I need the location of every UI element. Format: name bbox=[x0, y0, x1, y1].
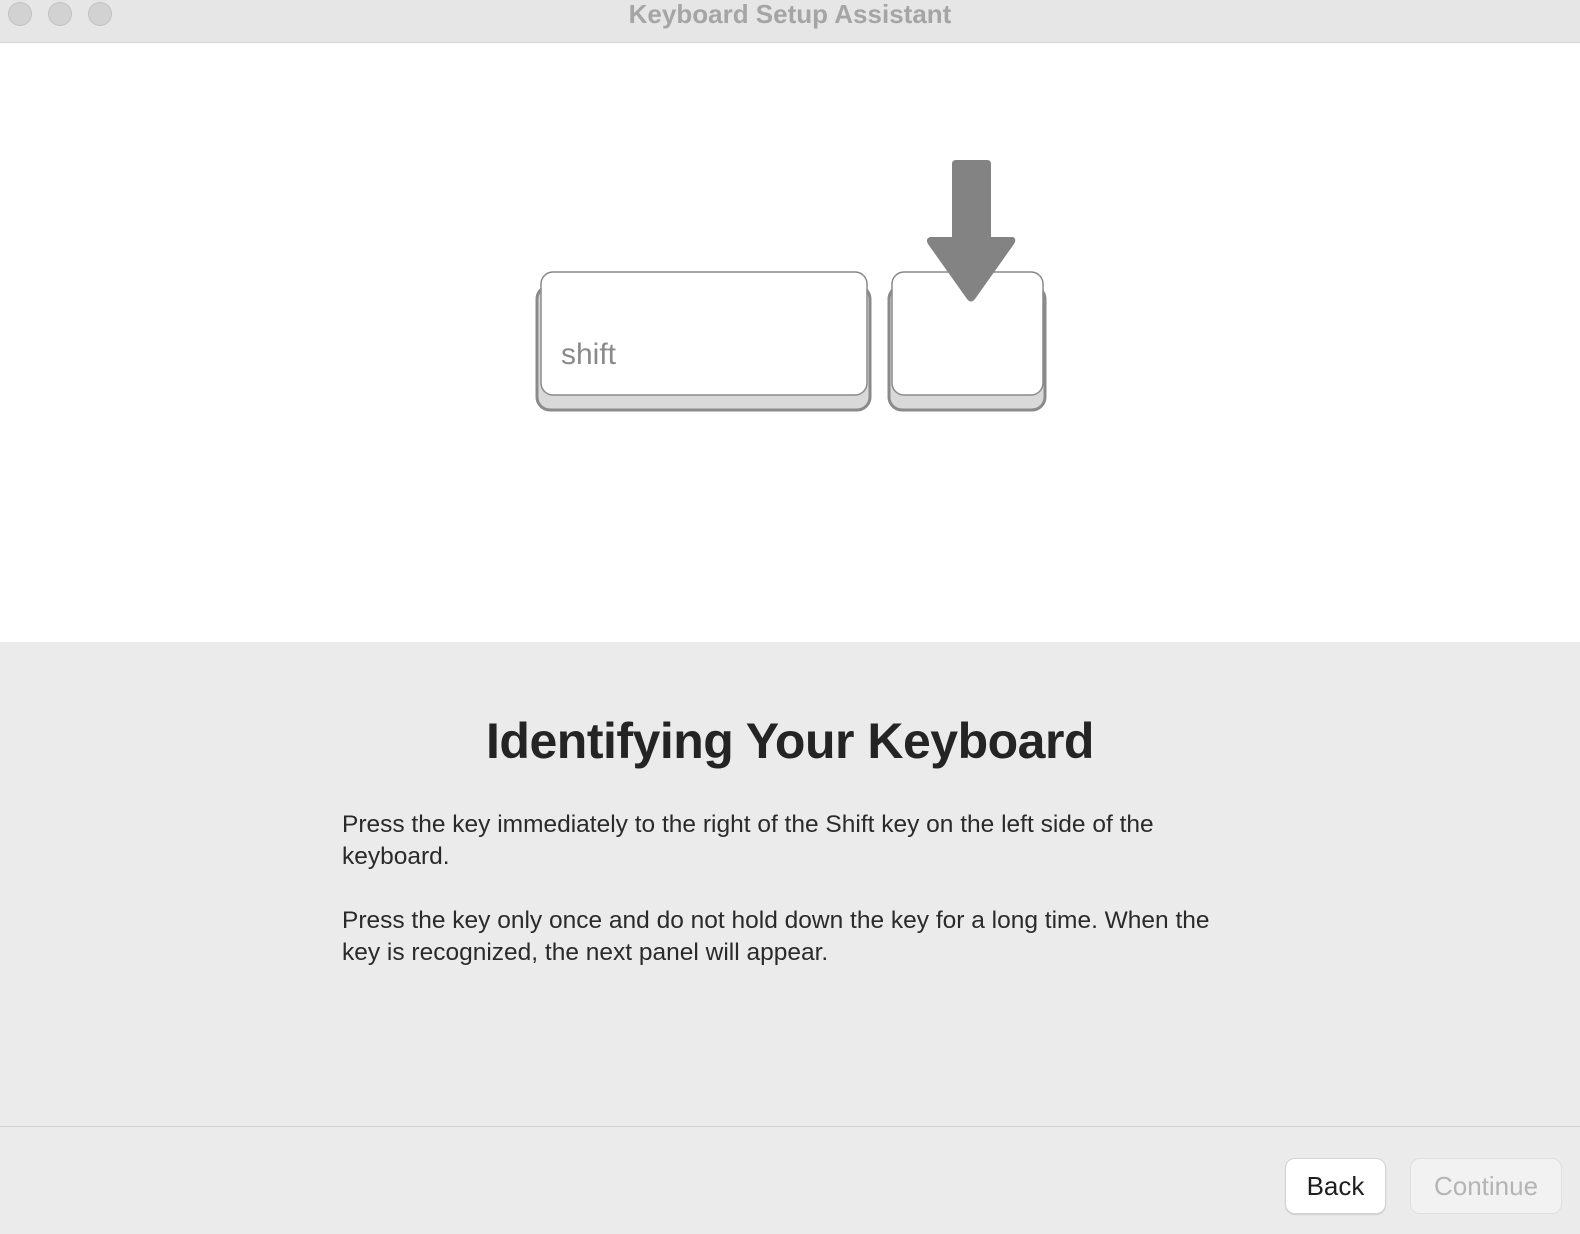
window-title: Keyboard Setup Assistant bbox=[628, 0, 952, 29]
instruction-paragraph: Press the key immediately to the right o… bbox=[342, 811, 1154, 870]
footer-divider bbox=[0, 1126, 1580, 1127]
title-bar: Keyboard Setup Assistant bbox=[0, 0, 1580, 43]
back-button[interactable]: Back bbox=[1285, 1158, 1386, 1214]
keyboard-illustration: shift bbox=[0, 43, 1580, 642]
instruction-paragraph: Press the key only once and do not hold … bbox=[342, 907, 1210, 966]
shift-key-label: shift bbox=[561, 338, 617, 371]
keyboard-keys-graphic: shift bbox=[535, 160, 1047, 412]
continue-button[interactable]: Continue bbox=[1410, 1158, 1562, 1214]
shift-key: shift bbox=[535, 271, 872, 412]
keyboard-setup-window: Keyboard Setup Assistant shift Identifyi… bbox=[0, 0, 1580, 1234]
page-title: Identifying Your Keyboard bbox=[486, 713, 1094, 769]
